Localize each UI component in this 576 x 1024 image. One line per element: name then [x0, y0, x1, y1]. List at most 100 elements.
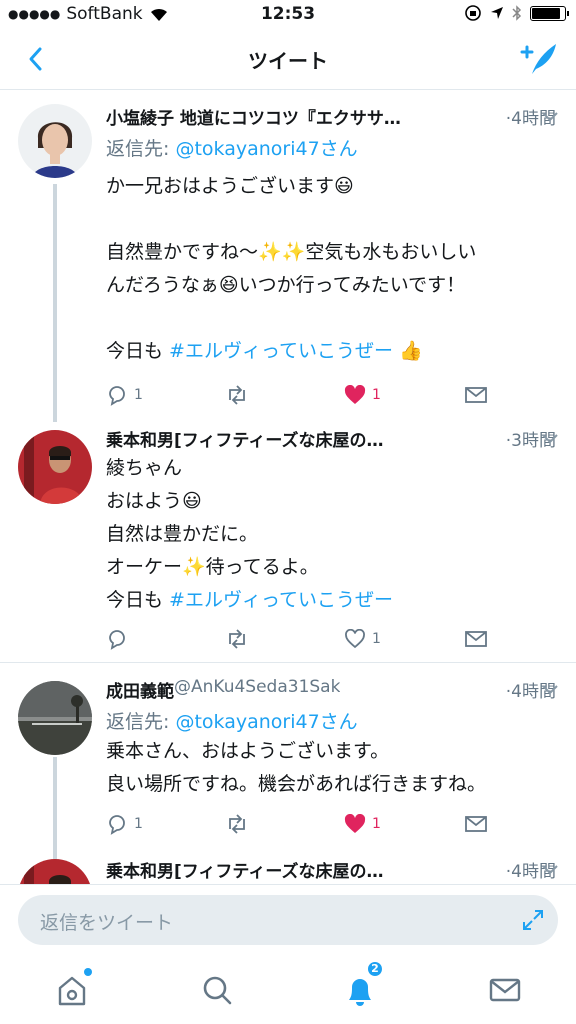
reply-count: 1: [134, 816, 143, 832]
nav-bar: ツイート: [0, 28, 576, 90]
display-name[interactable]: 成田義範: [106, 677, 174, 705]
search-icon: [203, 976, 232, 1005]
text-line: 自然は豊かだに。: [106, 523, 259, 545]
retweet-button[interactable]: [224, 811, 250, 837]
hashtag-link[interactable]: #エルヴィっていこうぜー: [169, 340, 393, 362]
user-handle: @AnKu4Seda31Sak: [174, 677, 341, 697]
text-line-hashtag: 今日も #エルヴィっていこうぜー: [106, 584, 560, 617]
tab-search[interactable]: [197, 970, 237, 1010]
avatar[interactable]: [18, 104, 92, 178]
text-line: おはよう😃: [106, 490, 202, 512]
tab-messages[interactable]: [485, 970, 525, 1010]
text-line: か一兄おはようございます😃: [106, 175, 354, 197]
home-icon: [58, 976, 86, 1006]
tweet-header: 乗本和男[フィフティーズな床屋の… ·3時間: [106, 426, 556, 454]
tweet-text: 乗本さん、おはようございます。 良い場所ですね。機会があれば行きますね。: [106, 735, 560, 801]
retweet-icon: [229, 385, 245, 405]
text-line: オーケー✨待ってるよ。: [106, 556, 319, 578]
reply-button[interactable]: [106, 626, 134, 652]
tweet-actions: 1 1: [106, 382, 496, 408]
reply-composer-bar: 返信をツイート: [0, 884, 576, 956]
text-prefix: 今日も: [106, 589, 170, 611]
chevron-down-icon[interactable]: [540, 432, 560, 446]
chevron-down-icon[interactable]: [540, 110, 560, 124]
tweet-2[interactable]: 乗本和男[フィフティーズな床屋の… ·3時間 綾ちゃん おはよう😃 自然は豊かだ…: [0, 416, 576, 662]
avatar[interactable]: [18, 681, 92, 755]
text-suffix: 👍: [393, 340, 423, 362]
tweet-actions: 1 1: [106, 811, 496, 837]
hashtag-link[interactable]: #エルヴィっていこうぜー: [169, 589, 393, 611]
avatar[interactable]: [18, 859, 92, 884]
reply-mention-link[interactable]: @tokayanori47さん: [175, 711, 357, 733]
bluetooth-icon: [512, 5, 522, 21]
reply-button[interactable]: 1: [106, 382, 143, 408]
like-button[interactable]: 1: [344, 626, 381, 652]
reply-placeholder: 返信をツイート: [40, 912, 174, 934]
chevron-down-icon[interactable]: [540, 683, 560, 697]
avatar[interactable]: [18, 430, 92, 504]
tweet-header: 小塩綾子 地道にコツコツ『エクササ… ·4時間: [106, 104, 556, 132]
heart-filled-icon: [344, 814, 366, 833]
heart-outline-icon: [345, 629, 365, 649]
direct-message-button[interactable]: [464, 382, 488, 408]
home-update-dot: [84, 968, 92, 976]
text-line: 綾ちゃん: [106, 457, 183, 479]
reply-icon: [109, 630, 125, 650]
status-bar: ●●●●● SoftBank 12:53: [0, 0, 576, 28]
reply-button[interactable]: 1: [106, 811, 143, 837]
retweet-icon: [229, 814, 245, 834]
expand-icon[interactable]: [520, 907, 546, 933]
envelope-icon: [465, 631, 487, 647]
envelope-icon: [489, 978, 521, 1002]
text-line: 自然豊かですね〜✨✨空気も水もおいしい: [106, 241, 477, 263]
reply-icon: [109, 815, 125, 835]
tab-home[interactable]: [52, 968, 92, 1010]
compose-tweet-icon[interactable]: [518, 38, 560, 78]
like-count: 1: [372, 387, 381, 403]
tweet-header: 成田義範 @AnKu4Seda31Sak ·4時間: [106, 677, 556, 705]
heart-filled-icon: [344, 385, 366, 404]
retweet-icon: [229, 629, 245, 649]
direct-message-button[interactable]: [464, 811, 488, 837]
display-name[interactable]: 乗本和男[フィフティーズな床屋の…: [106, 426, 384, 454]
direct-message-button[interactable]: [464, 626, 488, 652]
text-prefix: 今日も: [106, 340, 170, 362]
notification-badge: 2: [366, 960, 384, 978]
orientation-lock-icon: [465, 5, 481, 21]
tab-notifications[interactable]: 2: [340, 960, 384, 1010]
tweet-text: か一兄おはようございます😃 自然豊かですね〜✨✨空気も水もおいしい んだろうなぁ…: [106, 170, 560, 368]
reply-input[interactable]: 返信をツイート: [18, 895, 558, 945]
reply-mention-link[interactable]: @tokayanori47さん: [175, 138, 357, 160]
retweet-button[interactable]: [224, 382, 250, 408]
tweet-header: 乗本和男[フィフティーズな床屋の… ·4時間: [106, 857, 556, 884]
page-title: ツイート: [248, 49, 328, 73]
text-line: 良い場所ですね。機会があれば行きますね。: [106, 773, 487, 795]
like-button[interactable]: 1: [344, 811, 381, 837]
tweet-actions: 1: [106, 626, 496, 652]
tweet-3[interactable]: 成田義範 @AnKu4Seda31Sak ·4時間 返信先: @tokayano…: [0, 663, 576, 865]
like-count: 1: [372, 631, 381, 647]
location-icon: [491, 7, 503, 19]
text-line-hashtag: 今日も #エルヴィっていこうぜー 👍: [106, 335, 560, 368]
reply-to: 返信先: @tokayanori47さん: [106, 134, 358, 161]
tab-bar: 2: [0, 956, 576, 1024]
chevron-down-icon[interactable]: [540, 863, 560, 877]
display-name[interactable]: 乗本和男[フィフティーズな床屋の…: [106, 857, 384, 884]
display-name[interactable]: 小塩綾子 地道にコツコツ『エクササ…: [106, 104, 401, 132]
tweet-text: 綾ちゃん おはよう😃 自然は豊かだに。 オーケー✨待ってるよ。 今日も #エルヴ…: [106, 452, 560, 617]
thread-line: [53, 184, 57, 422]
tweet-4[interactable]: 乗本和男[フィフティーズな床屋の… ·4時間: [0, 855, 576, 884]
retweet-button[interactable]: [224, 626, 250, 652]
envelope-icon: [465, 387, 487, 403]
reply-icon: [109, 386, 125, 406]
reply-count: 1: [134, 387, 143, 403]
envelope-icon: [465, 816, 487, 832]
battery-icon: [530, 5, 569, 21]
reply-to-label: 返信先:: [106, 711, 176, 733]
reply-to: 返信先: @tokayanori47さん: [106, 707, 358, 734]
like-button[interactable]: 1: [344, 382, 381, 408]
reply-to-label: 返信先:: [106, 138, 176, 160]
text-line: 乗本さん、おはようございます。: [106, 740, 390, 762]
